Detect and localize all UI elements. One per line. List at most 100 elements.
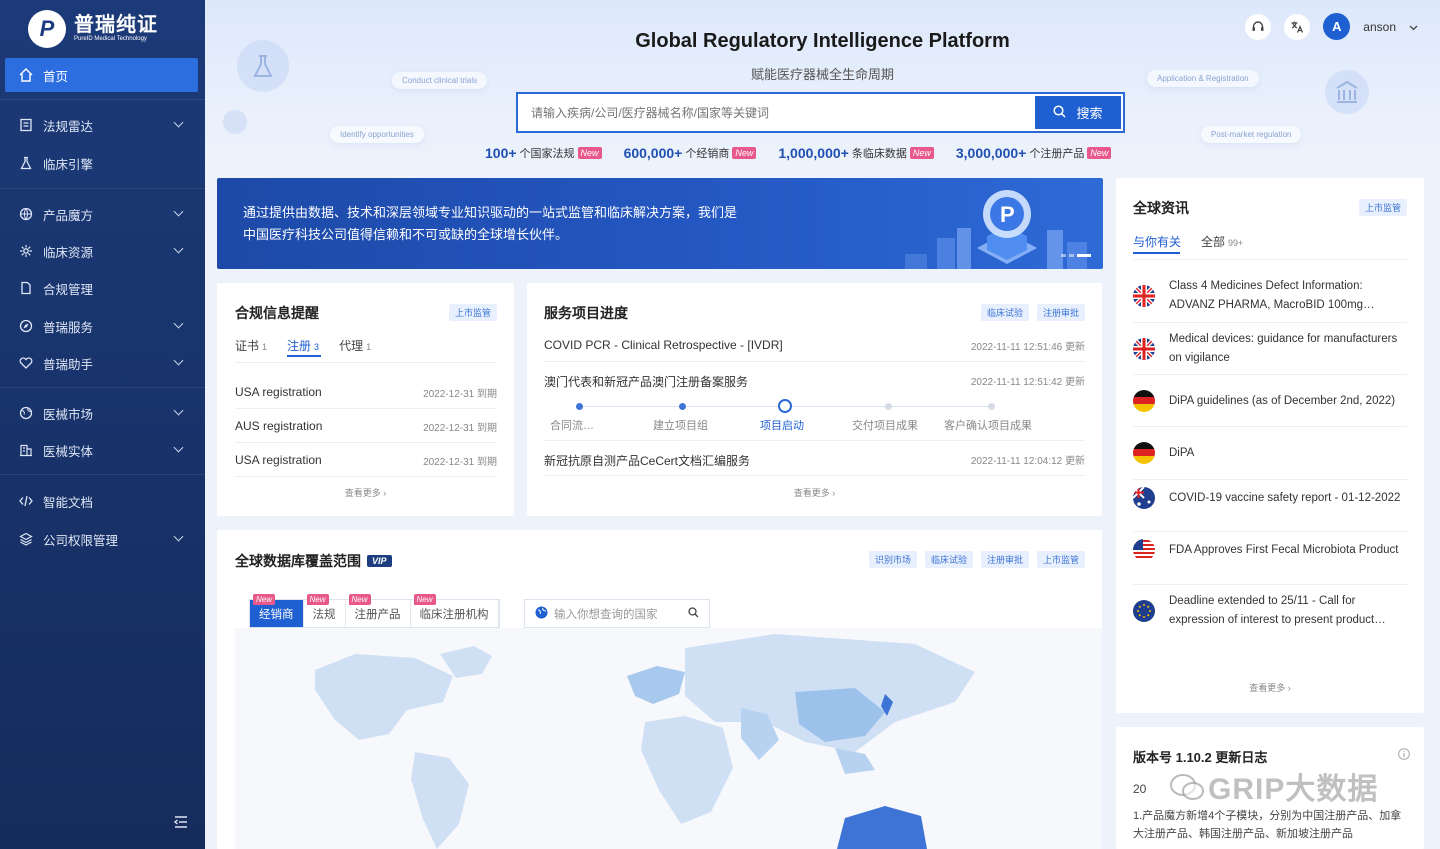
compliance-card: 合规信息提醒 上市监管 证书 1 注册 3 代理 1 USA registration… xyxy=(217,283,514,516)
stat-number: 1,000,000+ xyxy=(778,145,849,161)
view-more-link[interactable]: 查看更多 › xyxy=(217,486,514,499)
list-item[interactable]: 新冠抗原自测产品CeCert文档汇编服务 2022-11-11 12:04:12 … xyxy=(544,452,1085,469)
translate-icon[interactable] xyxy=(1284,13,1311,40)
tab-clinical-institutions[interactable]: New 临床注册机构 xyxy=(411,594,499,627)
sidebar-item-services[interactable]: 普瑞服务 xyxy=(5,309,198,343)
news-card: 全球资讯 上市监管 与你有关 全部 99+ Class 4 Medicines D… xyxy=(1116,178,1424,713)
tag-chip[interactable]: 注册审批 xyxy=(1036,304,1085,321)
search-input[interactable] xyxy=(518,105,1035,120)
tab-label: 注册 xyxy=(287,339,312,353)
news-item[interactable]: Deadline extended to 25/11 - Call for ex… xyxy=(1133,592,1408,630)
tag-chip[interactable]: 识别市场 xyxy=(868,551,917,568)
tab-registered-products[interactable]: New 注册产品 xyxy=(346,594,411,627)
banner-text-line: 通过提供由数据、技术和深层领域专业知识驱动的一站式监管和临床解决方案，我们是 xyxy=(243,205,738,220)
user-name[interactable]: anson xyxy=(1363,20,1396,34)
info-icon[interactable] xyxy=(1398,748,1410,763)
list-item[interactable]: AUS registration 2022-12-31 到期 xyxy=(235,419,497,434)
view-more-link[interactable]: 查看更多 › xyxy=(527,486,1102,499)
tag-chip[interactable]: 上市监管 xyxy=(1358,199,1407,216)
tab-distributors[interactable]: New 经销商 xyxy=(250,594,304,627)
gear-icon xyxy=(18,243,34,259)
tag-chip[interactable]: 临床试验 xyxy=(980,304,1029,321)
world-map[interactable] xyxy=(235,628,1102,849)
vip-badge: VIP xyxy=(367,555,392,567)
sidebar-item-permissions[interactable]: 公司权限管理 xyxy=(5,522,198,556)
country-search[interactable]: 输入你想查询的国家 xyxy=(524,599,710,628)
progress-step-label: 建立项目组 xyxy=(653,420,708,432)
logo-subtext: PureID Medical Technology xyxy=(74,36,147,42)
sidebar-item-entities[interactable]: 医械实体 xyxy=(5,433,198,467)
sidebar-item-label: 合规管理 xyxy=(43,282,94,297)
sidebar-item-market[interactable]: 医械市场 xyxy=(5,396,198,430)
service-progress-card: 服务项目进度 临床试验 注册审批 COVID PCR - Clinical Re… xyxy=(527,283,1102,516)
eu-flag-icon xyxy=(1133,600,1155,622)
heart-icon xyxy=(18,355,34,371)
news-item[interactable]: Class 4 Medicines Defect Information: AD… xyxy=(1133,277,1408,315)
news-title: Medical devices: guidance for manufactur… xyxy=(1169,333,1398,364)
news-item[interactable]: Medical devices: guidance for manufactur… xyxy=(1133,330,1408,368)
logo-text: 普瑞纯证 xyxy=(74,14,158,36)
news-item[interactable]: DiPA guidelines (as of December 2nd, 202… xyxy=(1133,390,1408,412)
changelog-text: 1.产品魔方新增4个子模块，分别为中国注册产品、加拿大注册产品、韩国注册产品、新… xyxy=(1133,810,1402,840)
view-more-link[interactable]: 查看更多 › xyxy=(1116,681,1424,694)
sidebar-item-label: 公司权限管理 xyxy=(43,533,119,548)
tab-certificate[interactable]: 证书 1 xyxy=(235,337,267,354)
collapse-sidebar-icon[interactable] xyxy=(173,815,188,831)
sidebar-item-clinical-resources[interactable]: 临床资源 xyxy=(5,234,198,268)
tag-chip[interactable]: 临床试验 xyxy=(924,551,973,568)
tab-related[interactable]: 与你有关 xyxy=(1133,233,1181,250)
global-search: 搜索 xyxy=(516,92,1125,133)
tab-label: 证书 xyxy=(235,339,260,353)
news-item[interactable]: COVID-19 vaccine safety report - 01-12-2… xyxy=(1133,487,1408,509)
support-headset-icon[interactable] xyxy=(1245,13,1272,40)
tag-chip[interactable]: 上市监管 xyxy=(1036,551,1085,568)
news-title: FDA Approves First Fecal Microbiota Prod… xyxy=(1169,543,1399,556)
tab-count: 1 xyxy=(366,342,372,352)
news-title: COVID-19 vaccine safety report - 01-12-2… xyxy=(1169,491,1401,504)
chevron-down-icon xyxy=(173,318,184,329)
compass-icon xyxy=(18,318,34,334)
tab-registration[interactable]: 注册 3 xyxy=(287,337,319,354)
news-item[interactable]: FDA Approves First Fecal Microbiota Prod… xyxy=(1133,539,1408,561)
sidebar-item-label: 普瑞服务 xyxy=(43,320,94,335)
carousel-dots[interactable] xyxy=(1061,254,1091,257)
sidebar-item-home[interactable]: 首页 xyxy=(5,58,198,92)
sidebar-item-label: 产品魔方 xyxy=(43,208,94,223)
uk-flag-icon xyxy=(1133,285,1155,307)
list-item[interactable]: COVID PCR - Clinical Retrospective - [IV… xyxy=(544,338,1085,353)
sidebar-item-assistant[interactable]: 普瑞助手 xyxy=(5,346,198,380)
search-button[interactable]: 搜索 xyxy=(1035,96,1121,129)
avatar[interactable]: A xyxy=(1323,13,1351,40)
sidebar-item-label: 智能文档 xyxy=(43,495,94,510)
sidebar-item-compliance[interactable]: 合规管理 xyxy=(5,271,198,305)
stat-number: 3,000,000+ xyxy=(955,145,1027,161)
progress-step-label: 客户确认项目成果 xyxy=(944,420,1032,432)
list-item[interactable]: USA registration 2022-12-31 到期 xyxy=(235,453,497,468)
sidebar-item-product-cube[interactable]: 产品魔方 xyxy=(5,197,198,231)
sidebar-item-smart-docs[interactable]: 智能文档 xyxy=(5,484,198,518)
chevron-down-icon xyxy=(173,531,184,542)
promo-banner[interactable]: 通过提供由数据、技术和深层领域专业知识驱动的一站式监管和临床解决方案，我们是 中… xyxy=(217,178,1103,269)
card-title: 合规信息提醒 xyxy=(235,305,319,321)
item-date: 2022-12-31 到期 xyxy=(423,423,497,434)
sidebar-item-clinical-engine[interactable]: 临床引擎 xyxy=(5,146,198,180)
tag-chip[interactable]: 注册审批 xyxy=(980,551,1029,568)
progress-step-dot xyxy=(576,403,583,410)
progress-step-label: 交付项目成果 xyxy=(852,420,918,432)
stats-bar: 100+ 个国家法规 New 600,000+ 个经销商 New 1,000,000+ 条… xyxy=(485,145,1112,161)
list-item[interactable]: USA registration 2022-12-31 到期 xyxy=(235,385,497,400)
list-item[interactable]: 澳门代表和新冠产品澳门注册备案服务 2022-11-11 12:51:42 更新 xyxy=(544,373,1085,390)
search-icon xyxy=(1053,104,1067,121)
logo[interactable]: P 普瑞纯证 PureID Medical Technology xyxy=(28,10,158,48)
sidebar-item-label: 临床资源 xyxy=(43,245,94,260)
chevron-down-icon[interactable] xyxy=(1409,20,1418,34)
news-item[interactable]: DiPA xyxy=(1133,442,1408,464)
country-search-placeholder: 输入你想查询的国家 xyxy=(554,608,658,621)
watermark-text: GRIP大数据 xyxy=(1208,773,1379,806)
tab-agent[interactable]: 代理 1 xyxy=(339,337,371,354)
tab-all[interactable]: 全部 99+ xyxy=(1201,233,1243,250)
tab-regulations[interactable]: New 法规 xyxy=(304,594,346,627)
tab-label: 全部 xyxy=(1201,235,1226,249)
sidebar-item-regulation-radar[interactable]: 法规雷达 xyxy=(5,108,198,142)
tag-chip[interactable]: 上市监管 xyxy=(448,304,497,321)
